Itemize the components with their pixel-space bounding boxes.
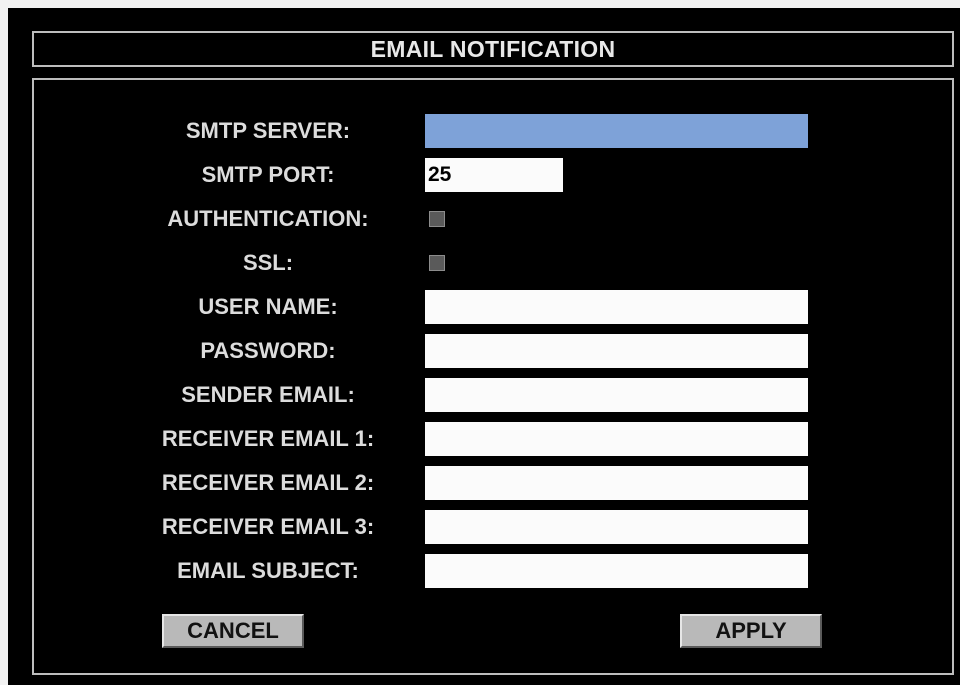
smtp-server-input[interactable] <box>425 114 808 148</box>
ssl-label: SSL: <box>242 250 294 275</box>
password-label: PASSWORD: <box>200 338 336 363</box>
user-name-label: USER NAME: <box>198 294 338 319</box>
receiver-email-2-input[interactable] <box>425 466 808 500</box>
smtp-port-input[interactable] <box>425 158 563 192</box>
dialog-title: EMAIL NOTIFICATION <box>370 35 616 62</box>
sender-email-input[interactable] <box>425 378 808 412</box>
email-subject-label: EMAIL SUBJECT: <box>177 558 359 583</box>
receiver-email-3-input[interactable] <box>425 510 808 544</box>
receiver-email-3-label: RECEIVER EMAIL 3: <box>161 514 375 539</box>
settings-panel: SMTP SERVER: SMTP PORT: AUTHENTICATION: … <box>32 78 954 675</box>
apply-button[interactable]: APPLY <box>680 614 822 648</box>
cancel-button[interactable]: CANCEL <box>162 614 304 648</box>
receiver-email-2-label: RECEIVER EMAIL 2: <box>161 470 375 495</box>
title-bar: EMAIL NOTIFICATION <box>32 31 954 67</box>
email-notification-dialog: EMAIL NOTIFICATION SMTP SERVER: SMTP POR… <box>8 8 960 685</box>
authentication-checkbox[interactable] <box>429 211 445 227</box>
ssl-checkbox[interactable] <box>429 255 445 271</box>
email-subject-input[interactable] <box>425 554 808 588</box>
user-name-input[interactable] <box>425 290 808 324</box>
password-input[interactable] <box>425 334 808 368</box>
smtp-port-label: SMTP PORT: <box>201 162 335 187</box>
authentication-label: AUTHENTICATION: <box>167 206 369 231</box>
receiver-email-1-input[interactable] <box>425 422 808 456</box>
smtp-server-label: SMTP SERVER: <box>185 118 351 143</box>
sender-email-label: SENDER EMAIL: <box>181 382 355 407</box>
receiver-email-1-label: RECEIVER EMAIL 1: <box>161 426 375 451</box>
